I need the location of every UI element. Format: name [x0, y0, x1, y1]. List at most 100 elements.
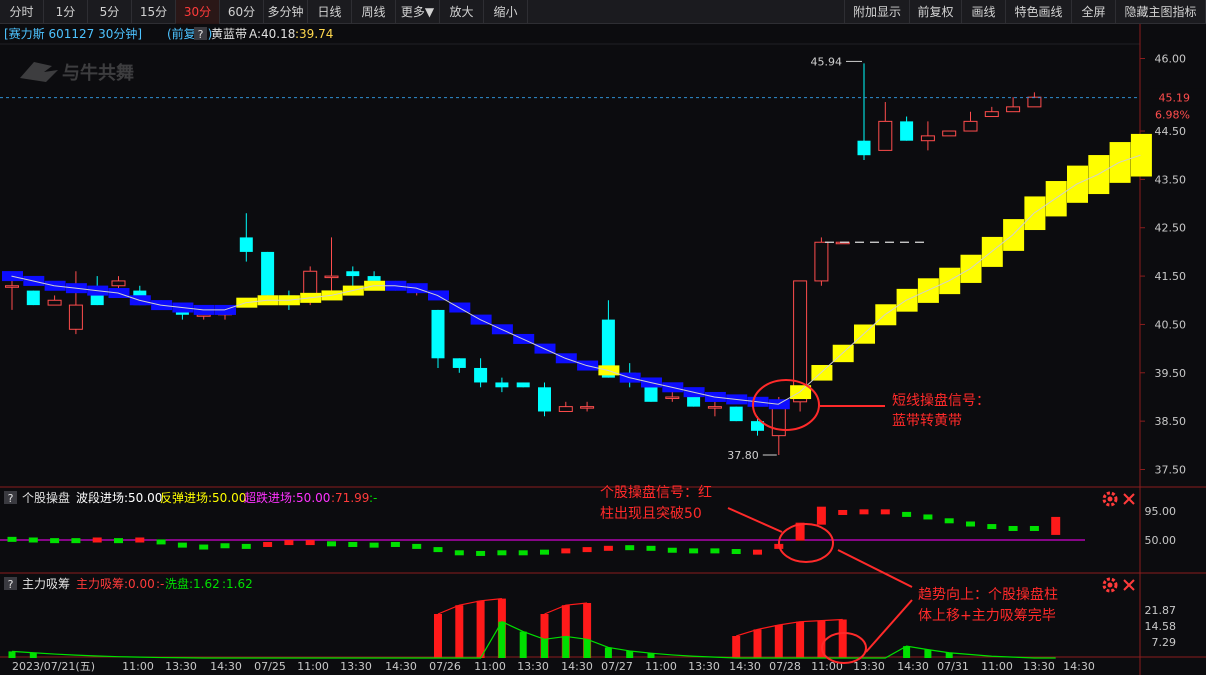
candle-body — [239, 237, 253, 252]
period-tab-4[interactable]: 30分 — [176, 0, 220, 24]
candle-body — [1027, 96, 1042, 108]
x-tick-label: 13:30 — [1023, 660, 1055, 673]
panel2-value-3: 超跌进场:50.00 — [244, 490, 330, 505]
panel3-header: ? 主力吸筹 主力吸筹:0.00 :- 洗盘:1.62 :1.62 — [4, 576, 253, 591]
stock-op-bar — [199, 544, 209, 550]
washout-bar — [541, 639, 548, 658]
ind1-tick-label: 95.00 — [1145, 505, 1177, 518]
accumulation-bar — [434, 614, 442, 658]
period-tab-5[interactable]: 60分 — [220, 0, 264, 24]
panel3-value-4: :1.62 — [222, 577, 253, 591]
stock-op-bar — [646, 545, 656, 551]
stock-op-bar — [902, 511, 912, 517]
period-tab-6[interactable]: 多分钟 — [264, 0, 308, 24]
candle-body — [900, 121, 914, 141]
stock-op-bar — [944, 518, 954, 524]
y-tick-label: 42.50 — [1155, 222, 1187, 235]
stock-op-bar — [305, 540, 315, 546]
x-tick-label: 07/25 — [254, 660, 286, 673]
panel3-value-3: 洗盘:1.62 — [165, 576, 220, 591]
band-segment — [960, 254, 982, 283]
stock-op-bar — [92, 537, 102, 543]
accumulation-bar — [817, 620, 826, 658]
x-tick-label: 13:30 — [340, 660, 372, 673]
period-tab-2[interactable]: 5分 — [88, 0, 132, 24]
x-tick-label: 13:30 — [853, 660, 885, 673]
period-tab-3[interactable]: 15分 — [132, 0, 176, 24]
x-tick-label: 07/28 — [769, 660, 801, 673]
x-tick-label: 11:00 — [297, 660, 329, 673]
period-tab-8[interactable]: 周线 — [352, 0, 396, 24]
ind1-tick-label: 50.00 — [1145, 534, 1177, 547]
period-tab-9[interactable]: 更多▼ — [396, 0, 440, 24]
toolbar-action-4[interactable]: 全屏 — [1072, 0, 1116, 24]
stock-op-bar — [816, 506, 826, 525]
indicator-a-value: A:40.18 — [249, 27, 295, 41]
panel2-value-2: 反弹进场:50.00 — [160, 491, 246, 505]
candle-body — [687, 396, 701, 407]
stock-op-bar — [177, 542, 187, 548]
stock-op-bar — [880, 509, 890, 515]
candle-body — [942, 130, 957, 137]
x-tick-label: 11:00 — [645, 660, 677, 673]
watermark-text: 与牛共舞 — [62, 62, 134, 84]
ind2-tick-label: 14.58 — [1145, 620, 1177, 633]
ind2-tick-label: 21.87 — [1145, 604, 1177, 617]
stock-signal-text-2: 柱出现且突破50 — [600, 506, 702, 522]
period-tab-11[interactable]: 缩小 — [484, 0, 528, 24]
stock-chart: [赛力斯 601127 30分钟] (前复权) ? 黄蓝带 A:40.18 :3… — [0, 24, 1206, 675]
toolbar-action-5[interactable]: 隐藏主图指标 — [1116, 0, 1206, 24]
candle-body — [729, 406, 743, 422]
trend-text-1: 趋势向上：个股操盘柱 — [918, 586, 1058, 603]
y-tick-label: 46.00 — [1155, 53, 1187, 66]
toolbar-action-0[interactable]: 附加显示 — [844, 0, 910, 24]
x-tick-label: 11:00 — [122, 660, 154, 673]
accumulation-bar — [838, 619, 847, 658]
candle-body — [558, 406, 573, 412]
toolbar-action-2[interactable]: 画线 — [962, 0, 1006, 24]
panel2-value-1: 波段进场:50.00 — [76, 490, 162, 505]
indicator-b-value: :39.74 — [295, 27, 333, 41]
candle-body — [516, 382, 530, 388]
current-change-text: 6.98% — [1155, 109, 1190, 122]
y-tick-label: 37.50 — [1155, 463, 1187, 476]
indicator-name: 黄蓝带 — [211, 27, 247, 41]
stock-op-bar — [369, 542, 379, 548]
stock-op-bar — [497, 550, 507, 556]
stock-op-bar — [561, 548, 571, 554]
panel2-header: ? 个股操盘 波段进场:50.00 反弹进场:50.00 超跌进场:50.00 … — [4, 490, 377, 505]
washout-bar — [8, 651, 16, 658]
period-tab-1[interactable]: 1分 — [44, 0, 88, 24]
current-price-text: 45.19 — [1159, 92, 1191, 105]
panel3-value-1: 主力吸筹:0.00 — [76, 577, 155, 591]
period-tab-10[interactable]: 放大 — [440, 0, 484, 24]
stock-op-bar — [667, 547, 677, 553]
stock-op-bar — [114, 538, 123, 544]
y-tick-label: 43.50 — [1155, 173, 1187, 186]
candle-body — [431, 309, 445, 359]
short-signal-text-1: 短线操盘信号： — [892, 392, 990, 409]
ind2-tick-label: 7.29 — [1152, 636, 1177, 649]
stock-op-bar — [731, 549, 741, 555]
x-tick-label: 07/27 — [601, 660, 633, 673]
candle-body — [68, 304, 83, 330]
stock-op-bar — [582, 547, 592, 553]
panel3-help-icon: ? — [8, 578, 14, 591]
candle-body — [857, 140, 871, 156]
high-price-label: 45.94 — [811, 55, 843, 68]
accumulation-bar — [455, 605, 464, 658]
candle-body — [474, 367, 488, 383]
panel2-value-4: :71.99 — [331, 491, 369, 505]
toolbar-action-1[interactable]: 前复权 — [910, 0, 962, 24]
washout-bar — [604, 647, 612, 658]
x-tick-label: 13:30 — [165, 660, 197, 673]
toolbar-action-3[interactable]: 特色画线 — [1006, 0, 1072, 24]
stock-op-bar — [1029, 525, 1039, 531]
band-segment — [854, 324, 875, 344]
period-tab-7[interactable]: 日线 — [308, 0, 352, 24]
period-tab-0[interactable]: 分时 — [0, 0, 44, 24]
x-tick-label: 2023/07/21(五) — [12, 660, 95, 673]
x-tick-label: 13:30 — [517, 660, 549, 673]
band-segment — [1045, 181, 1067, 217]
stock-op-bar — [454, 550, 464, 556]
